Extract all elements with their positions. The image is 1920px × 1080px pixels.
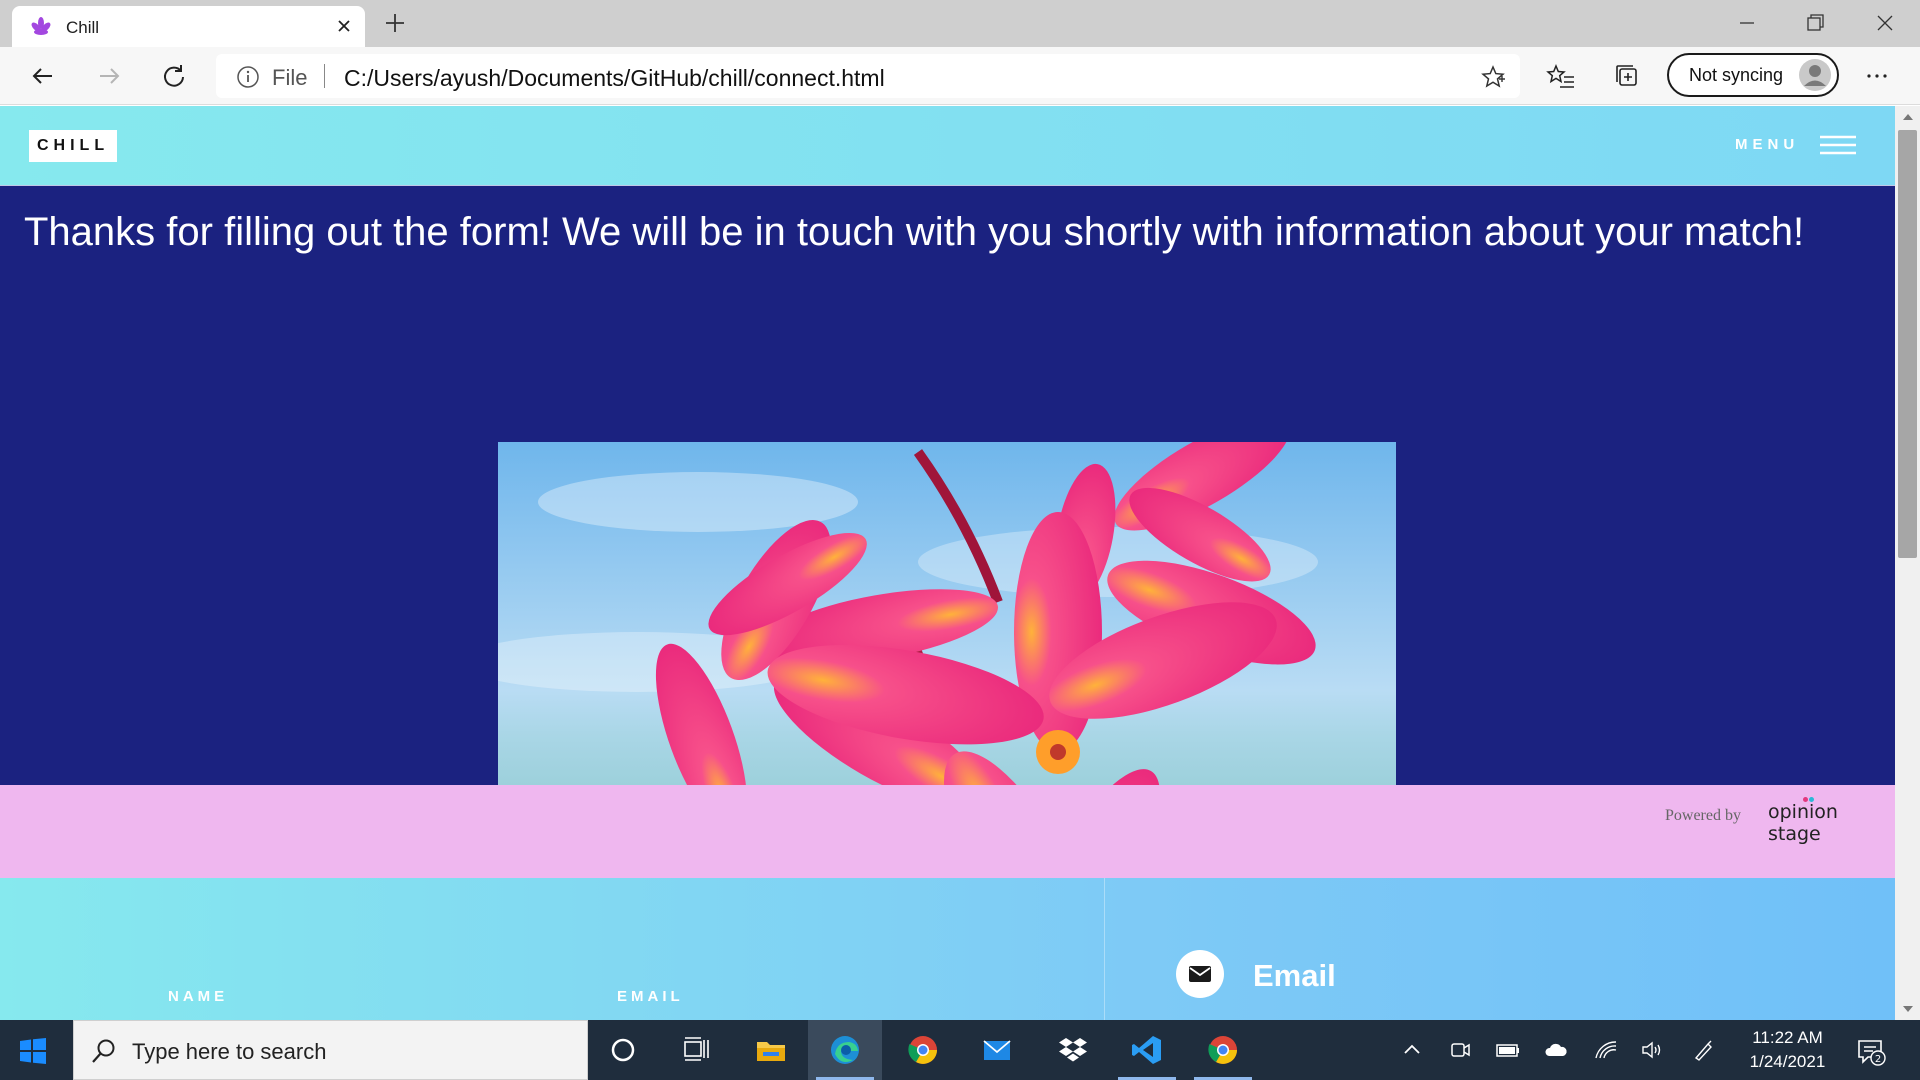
- notification-count: 2: [1875, 1054, 1881, 1065]
- vscode-button[interactable]: [1110, 1020, 1184, 1080]
- file-explorer-button[interactable]: [734, 1020, 808, 1080]
- cortana-button[interactable]: [586, 1020, 660, 1080]
- envelope-icon: [1189, 966, 1211, 982]
- email-icon-circle: [1176, 950, 1224, 998]
- chrome-icon: [1208, 1036, 1237, 1064]
- avatar-icon: [1799, 59, 1831, 91]
- pen-workspace-icon[interactable]: [1692, 1038, 1716, 1062]
- clock-time: 11:22 AM: [1752, 1028, 1823, 1047]
- refresh-icon[interactable]: [159, 61, 189, 91]
- sync-label: Not syncing: [1689, 65, 1784, 85]
- more-options-icon[interactable]: [1862, 61, 1892, 91]
- task-view-button[interactable]: [660, 1020, 734, 1080]
- mail-icon: [983, 1040, 1011, 1060]
- url-text[interactable]: C:/Users/ayush/Documents/GitHub/chill/co…: [344, 65, 885, 92]
- collections-icon[interactable]: [1612, 61, 1642, 91]
- tab-title: Chill: [66, 18, 100, 37]
- lotus-favicon-icon: [31, 17, 51, 35]
- clock-date: 1/24/2021: [1749, 1052, 1826, 1071]
- folder-icon: [757, 1042, 785, 1061]
- powered-by-band: Powered by opinion stage: [0, 785, 1895, 878]
- scroll-down-arrow-icon[interactable]: [1902, 1004, 1914, 1014]
- taskbar-clock[interactable]: 11:22 AM 1/24/2021: [1730, 1026, 1845, 1074]
- dropbox-icon: [1059, 1038, 1087, 1062]
- name-field-label: NAME: [168, 988, 229, 1005]
- windows-start-icon[interactable]: [20, 1038, 46, 1064]
- taskbar-search-box[interactable]: Type here to search: [73, 1020, 588, 1080]
- opinion-stage-logo-dot: [1803, 797, 1808, 802]
- close-window-icon[interactable]: [1870, 8, 1900, 38]
- opinion-stage-logo-dot: [1809, 797, 1814, 802]
- address-bar[interactable]: File C:/Users/ayush/Documents/GitHub/chi…: [216, 54, 1520, 98]
- thank-you-section: Thanks for filling out the form! We will…: [0, 185, 1895, 894]
- meet-now-icon[interactable]: [1448, 1038, 1472, 1062]
- close-tab-icon[interactable]: [333, 15, 355, 37]
- new-tab-icon[interactable]: [382, 10, 408, 36]
- dropbox-button[interactable]: [1036, 1020, 1110, 1080]
- chrome-icon: [908, 1036, 937, 1064]
- browser-toolbar: File C:/Users/ayush/Documents/GitHub/chi…: [0, 47, 1920, 105]
- site-logo[interactable]: CHILL: [29, 130, 118, 162]
- menu-label[interactable]: MENU: [1735, 136, 1799, 153]
- onedrive-cloud-icon[interactable]: [1544, 1038, 1568, 1062]
- info-icon[interactable]: [236, 65, 260, 89]
- chrome-profile-button[interactable]: [1186, 1020, 1260, 1080]
- contact-divider: [1104, 878, 1105, 1020]
- back-arrow-icon[interactable]: [28, 61, 58, 91]
- restore-icon[interactable]: [1800, 8, 1830, 38]
- chrome-button[interactable]: [886, 1020, 960, 1080]
- email-field-label: EMAIL: [617, 988, 684, 1005]
- chevron-up-icon[interactable]: [1400, 1038, 1424, 1062]
- windows-taskbar: Type here to search 11:22 AM 1/24/2021 2: [0, 1020, 1920, 1080]
- favorites-icon[interactable]: [1546, 61, 1576, 91]
- browser-tab[interactable]: Chill: [12, 6, 365, 47]
- thank-you-message: Thanks for filling out the form! We will…: [24, 210, 1805, 254]
- volume-icon[interactable]: [1640, 1038, 1664, 1062]
- contact-section: NAME EMAIL Email: [0, 878, 1895, 1020]
- task-view-icon: [684, 1037, 709, 1061]
- favorite-star-icon[interactable]: [1480, 64, 1506, 90]
- email-heading: Email: [1253, 958, 1336, 993]
- scroll-up-arrow-icon[interactable]: [1902, 112, 1914, 122]
- hamburger-menu-icon[interactable]: [1820, 134, 1856, 156]
- page-viewport: CHILL MENU Thanks for filling out the fo…: [0, 106, 1895, 1020]
- page-scrollbar[interactable]: [1895, 106, 1920, 1020]
- notifications-icon[interactable]: 2: [1856, 1036, 1886, 1066]
- edge-browser-button[interactable]: [808, 1020, 882, 1080]
- powered-by-label: Powered by: [1665, 807, 1741, 824]
- site-header: CHILL MENU: [0, 106, 1895, 185]
- minimize-icon[interactable]: [1732, 8, 1762, 38]
- mail-button[interactable]: [960, 1020, 1034, 1080]
- edge-icon: [831, 1036, 859, 1064]
- cortana-circle-icon: [611, 1038, 635, 1062]
- battery-icon[interactable]: [1496, 1038, 1520, 1062]
- search-placeholder: Type here to search: [132, 1039, 327, 1064]
- scrollbar-thumb[interactable]: [1898, 130, 1917, 558]
- browser-titlebar: Chill: [0, 0, 1920, 47]
- forward-arrow-icon[interactable]: [94, 61, 124, 91]
- profile-sync-button[interactable]: Not syncing: [1667, 53, 1839, 97]
- address-separator: [324, 64, 325, 88]
- wifi-icon[interactable]: [1594, 1038, 1618, 1062]
- search-icon: [92, 1039, 115, 1063]
- opinion-stage-link[interactable]: opinion stage: [1768, 801, 1895, 845]
- address-prefix: File: [272, 65, 308, 90]
- vscode-icon: [1132, 1036, 1161, 1064]
